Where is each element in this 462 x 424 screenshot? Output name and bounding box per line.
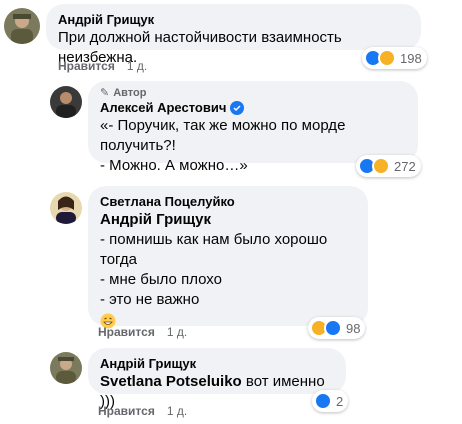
reaction-summary[interactable]: 2 xyxy=(312,390,349,412)
comment-time[interactable]: 1 д. xyxy=(167,324,187,340)
comment-text-line: - это не важно xyxy=(100,291,200,308)
comment-text-line: - мне было плохо xyxy=(100,271,222,288)
reaction-summary[interactable]: 198 xyxy=(362,47,427,69)
haha-reaction-icon xyxy=(372,157,390,175)
avatar[interactable] xyxy=(50,352,82,384)
verified-icon xyxy=(230,101,245,115)
reaction-summary[interactable]: 98 xyxy=(308,317,366,339)
comment-author[interactable]: Андрій Грищук xyxy=(100,356,334,372)
avatar[interactable] xyxy=(50,86,82,118)
comment-actions: Нравится 1 д. xyxy=(98,403,187,419)
comment-bubble: Андрій Грищук При должной настойчивости … xyxy=(46,4,421,66)
reaction-count: 2 xyxy=(336,393,344,409)
comment-text-line: - помнишь как нам было хорошо тогда xyxy=(100,231,328,268)
avatar[interactable] xyxy=(4,8,40,44)
like-reaction-icon xyxy=(324,319,342,337)
reaction-count: 198 xyxy=(400,50,422,66)
avatar[interactable] xyxy=(50,192,82,224)
reaction-summary[interactable]: 272 xyxy=(356,155,421,177)
comment-text-line: «- Поручик, так же можно по морде получи… xyxy=(100,117,346,154)
comment-bubble: Андрій Грищук Svetlana Potseluiko вот им… xyxy=(88,348,346,410)
reaction-count: 98 xyxy=(346,320,361,336)
comment-actions: Нравится 1 д. xyxy=(98,324,187,340)
author-badge-label: Автор xyxy=(113,87,147,99)
like-button[interactable]: Нравится xyxy=(98,403,155,419)
author-badge: ✎ Автор xyxy=(100,86,406,100)
comment-author[interactable]: Алексей Арестович xyxy=(100,100,406,116)
like-reaction-icon xyxy=(314,392,332,410)
comment-bubble: ✎ Автор Алексей Арестович «- Поручик, та… xyxy=(88,81,418,174)
reaction-count: 272 xyxy=(394,158,416,174)
like-button[interactable]: Нравится xyxy=(98,324,155,340)
pencil-icon: ✎ xyxy=(100,87,110,99)
like-button[interactable]: Нравится xyxy=(58,58,115,74)
haha-reaction-icon xyxy=(378,49,396,67)
comment-author[interactable]: Андрій Грищук xyxy=(58,12,409,28)
comment-author[interactable]: Светлана Поцелуйко xyxy=(100,194,356,210)
comment-time[interactable]: 1 д. xyxy=(167,403,187,419)
comment-actions: Нравится 1 д. xyxy=(58,58,147,74)
mention-link[interactable]: Андрій Грищук xyxy=(100,210,356,230)
comment-time[interactable]: 1 д. xyxy=(127,58,147,74)
comment-author-name[interactable]: Алексей Арестович xyxy=(100,100,226,116)
comment-bubble: Светлана Поцелуйко Андрій Грищук - помни… xyxy=(88,186,368,329)
mention-link[interactable]: Svetlana Potseluiko xyxy=(100,373,242,390)
